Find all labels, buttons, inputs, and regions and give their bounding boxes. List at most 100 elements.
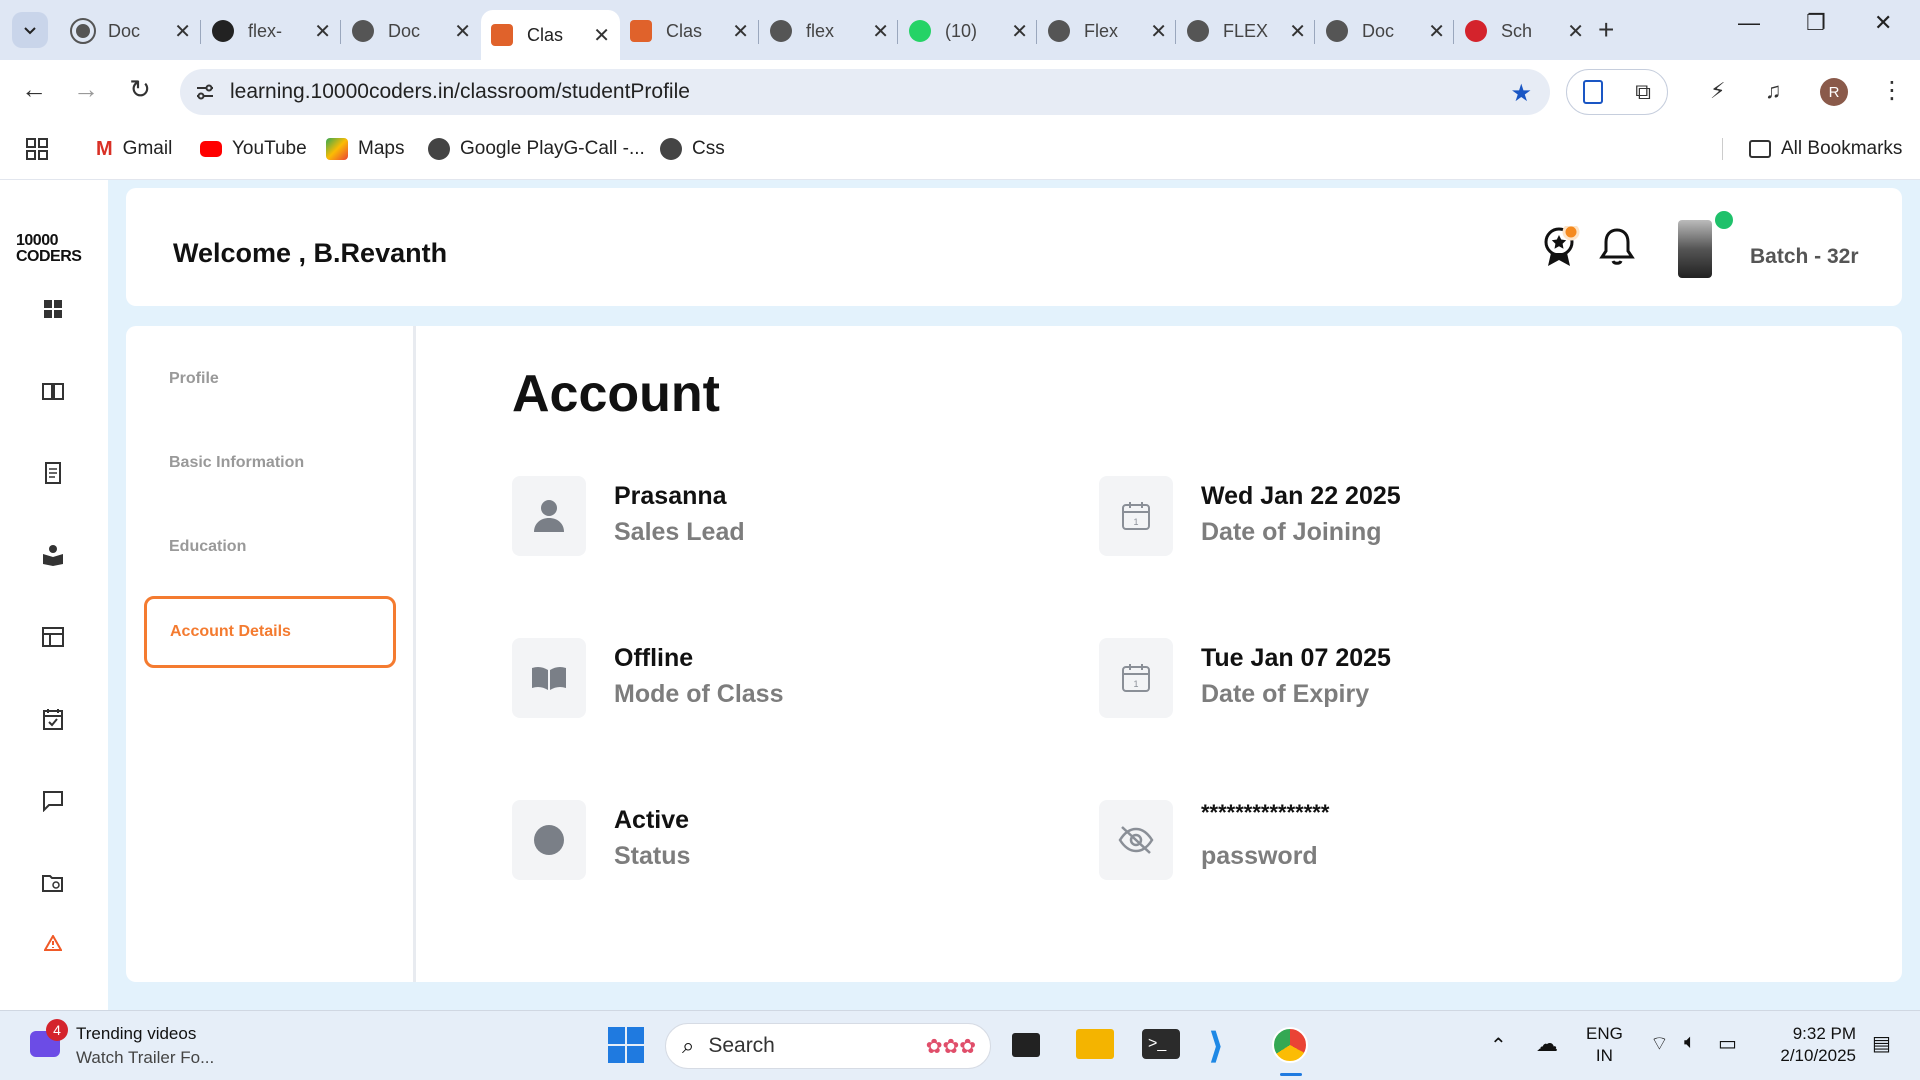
globe-icon bbox=[70, 18, 96, 44]
clock[interactable]: 9:32 PM 2/10/2025 bbox=[1770, 1023, 1856, 1067]
dashboard-icon[interactable] bbox=[40, 296, 66, 322]
browser-tab-active[interactable]: Clas ✕ bbox=[481, 10, 620, 60]
tab-title: Flex bbox=[1084, 20, 1119, 41]
news-subtitle[interactable]: Watch Trailer Fo... bbox=[76, 1047, 214, 1069]
bookmark-css[interactable]: Css bbox=[660, 138, 725, 160]
windows-start-icon[interactable] bbox=[608, 1027, 644, 1068]
chat-icon[interactable] bbox=[40, 788, 66, 814]
new-tab-button[interactable]: + bbox=[1598, 14, 1614, 46]
bookmark-star-icon[interactable]: ★ bbox=[1510, 79, 1532, 108]
close-tab-icon[interactable]: ✕ bbox=[1150, 19, 1167, 44]
browser-tab[interactable]: Doc ✕ bbox=[62, 10, 201, 52]
apps-grid-icon[interactable] bbox=[26, 138, 48, 160]
close-tab-icon[interactable]: ✕ bbox=[732, 19, 749, 44]
close-tab-icon[interactable]: ✕ bbox=[314, 19, 331, 44]
bookmark-maps[interactable]: Maps bbox=[326, 138, 404, 160]
back-button[interactable]: ← bbox=[16, 74, 52, 105]
browser-tab[interactable]: Sch ✕ bbox=[1455, 10, 1594, 52]
news-title[interactable]: Trending videos bbox=[76, 1023, 196, 1045]
calendar-check-icon[interactable] bbox=[40, 706, 66, 732]
language-indicator[interactable]: ENG IN bbox=[1586, 1023, 1623, 1067]
browser-tab[interactable]: (10) ✕ bbox=[899, 10, 1038, 52]
close-tab-icon[interactable]: ✕ bbox=[174, 19, 191, 44]
close-window-button[interactable]: ✕ bbox=[1874, 10, 1892, 36]
all-bookmarks-button[interactable]: All Bookmarks bbox=[1722, 138, 1902, 160]
tab-title: flex- bbox=[248, 20, 283, 41]
forward-button[interactable]: → bbox=[68, 74, 104, 105]
active-app-indicator bbox=[1280, 1073, 1302, 1076]
puzzle-icon[interactable]: ⧉ bbox=[1635, 79, 1651, 105]
profile-avatar[interactable]: R bbox=[1820, 78, 1848, 106]
clock-time: 9:32 PM bbox=[1792, 1024, 1856, 1043]
wifi-icon[interactable]: ⌔ bbox=[1650, 1031, 1669, 1056]
battery-icon[interactable]: ▭ bbox=[1718, 1031, 1737, 1056]
close-tab-icon[interactable]: ✕ bbox=[1011, 19, 1028, 44]
close-tab-icon[interactable]: ✕ bbox=[593, 23, 610, 48]
menu-item-profile[interactable]: Profile bbox=[169, 370, 219, 388]
file-explorer-icon[interactable] bbox=[1076, 1029, 1114, 1059]
menu-item-education[interactable]: Education bbox=[169, 538, 246, 556]
browser-tab[interactable]: flex ✕ bbox=[760, 10, 899, 52]
folder-search-icon[interactable] bbox=[40, 870, 66, 896]
reload-button[interactable]: ↻ bbox=[122, 74, 158, 105]
user-icon bbox=[512, 476, 586, 556]
browser-tab[interactable]: Clas ✕ bbox=[620, 10, 759, 52]
notification-count-badge: 4 bbox=[46, 1019, 68, 1041]
notification-center-icon[interactable]: ▤ bbox=[1872, 1031, 1891, 1056]
browser-tab[interactable]: Doc ✕ bbox=[342, 10, 481, 52]
folder-icon bbox=[1749, 140, 1771, 158]
reading-mode-icon[interactable] bbox=[1583, 80, 1604, 104]
field-label: Sales Lead bbox=[614, 518, 745, 546]
taskbar-search[interactable]: ⌕ Search ✿✿✿ bbox=[665, 1023, 991, 1069]
restore-button[interactable]: ❐ bbox=[1806, 10, 1826, 36]
vscode-icon[interactable]: ⟩ bbox=[1208, 1025, 1224, 1067]
browser-tab[interactable]: FLEX ✕ bbox=[1177, 10, 1316, 52]
close-tab-icon[interactable]: ✕ bbox=[1428, 19, 1445, 44]
performance-icon[interactable]: ⚡ bbox=[1710, 78, 1725, 104]
field-value: Offline bbox=[614, 644, 694, 672]
menu-item-account-details[interactable]: Account Details bbox=[144, 596, 396, 668]
coders-icon bbox=[630, 20, 652, 42]
chrome-icon[interactable] bbox=[1272, 1027, 1308, 1063]
chevron-up-icon[interactable]: ⌃ bbox=[1490, 1033, 1507, 1058]
more-menu-icon[interactable]: ⋮ bbox=[1880, 76, 1904, 105]
address-bar[interactable]: learning.10000coders.in/classroom/studen… bbox=[180, 69, 1550, 115]
browser-tab[interactable]: Flex ✕ bbox=[1038, 10, 1177, 52]
date-of-joining-field: 1 Wed Jan 22 2025 Date of Joining bbox=[1099, 476, 1659, 556]
warning-icon[interactable] bbox=[40, 930, 66, 956]
coders-logo[interactable]: 10000 CODERS bbox=[16, 232, 96, 272]
page-title: Account bbox=[512, 365, 720, 423]
browser-tab[interactable]: flex- ✕ bbox=[202, 10, 341, 52]
tab-search-button[interactable] bbox=[12, 12, 48, 48]
browser-tab[interactable]: Doc ✕ bbox=[1316, 10, 1455, 52]
eye-off-icon[interactable] bbox=[1099, 800, 1173, 880]
maps-icon bbox=[326, 138, 348, 160]
volume-icon[interactable]: 🔈︎ bbox=[1684, 1031, 1696, 1054]
notification-bell-icon[interactable] bbox=[1597, 226, 1637, 268]
account-panel: Account Prasanna Sales Lead 1 Wed Jan 22… bbox=[416, 326, 1902, 982]
tab-title: (10) bbox=[945, 20, 978, 41]
document-icon[interactable] bbox=[40, 460, 66, 486]
media-control-icon[interactable]: ♫ bbox=[1765, 78, 1782, 104]
award-badge-icon[interactable] bbox=[1541, 223, 1581, 268]
close-tab-icon[interactable]: ✕ bbox=[872, 19, 889, 44]
close-tab-icon[interactable]: ✕ bbox=[454, 19, 471, 44]
terminal-icon[interactable]: >_ bbox=[1142, 1029, 1180, 1059]
minimize-button[interactable]: — bbox=[1738, 10, 1760, 36]
site-settings-icon[interactable] bbox=[194, 81, 216, 103]
menu-item-basic-information[interactable]: Basic Information bbox=[169, 454, 304, 472]
field-value: Tue Jan 07 2025 bbox=[1201, 644, 1391, 672]
bookmark-gmail[interactable]: M Gmail bbox=[96, 138, 172, 160]
bookmark-google-playg[interactable]: Google PlayG-Call -... bbox=[428, 138, 645, 160]
bookmark-youtube[interactable]: YouTube bbox=[200, 138, 307, 160]
search-icon: ⌕ bbox=[682, 1033, 695, 1058]
onedrive-icon[interactable]: ☁ bbox=[1536, 1031, 1558, 1057]
table-icon[interactable] bbox=[40, 624, 66, 650]
close-tab-icon[interactable]: ✕ bbox=[1567, 19, 1584, 44]
bookmark-label: Maps bbox=[358, 138, 405, 159]
task-view-icon[interactable] bbox=[1012, 1033, 1040, 1057]
user-avatar[interactable] bbox=[1678, 220, 1712, 278]
learner-icon[interactable] bbox=[40, 542, 66, 568]
close-tab-icon[interactable]: ✕ bbox=[1289, 19, 1306, 44]
course-book-icon[interactable] bbox=[40, 378, 66, 404]
